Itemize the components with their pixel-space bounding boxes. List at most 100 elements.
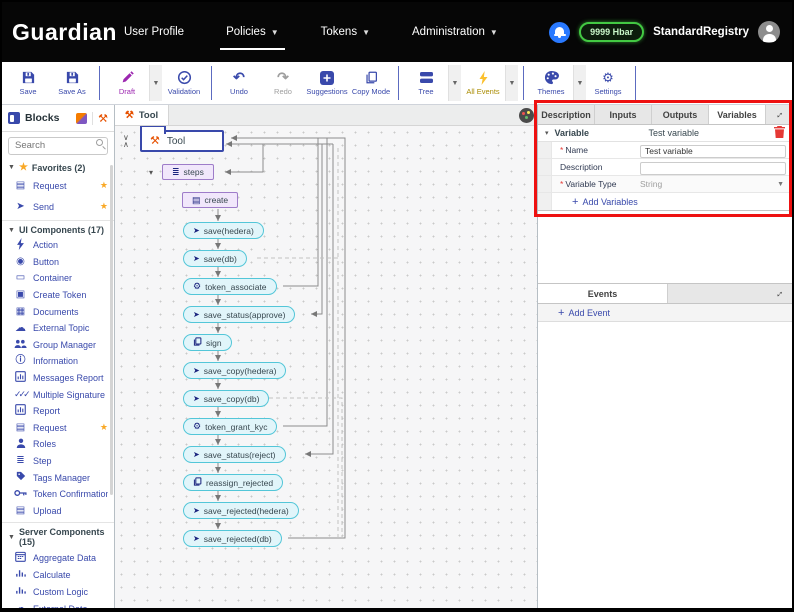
redo-button: ↷Redo [261,65,305,101]
undo-button[interactable]: ↶Undo [217,65,261,101]
sidebar-item-roles[interactable]: Roles [2,436,114,453]
sidebar-item-request[interactable]: ▤Request★ [2,420,114,437]
sidebar-item-send[interactable]: ➤Send★ [2,196,114,217]
nav-item-tokens[interactable]: Tokens▼ [319,20,372,44]
save-button[interactable]: Save [6,65,50,101]
suggestions-button[interactable]: Suggestions [305,65,349,101]
sidebar-item-information[interactable]: ⓘInformation [2,353,114,370]
nav-item-policies[interactable]: Policies▼ [224,20,281,44]
steps-node-icon: ≣ [172,168,180,177]
sidebar-item-button[interactable]: ◉Button [2,254,114,271]
add-event-button[interactable]: + Add Event [538,307,610,319]
node-save-copy-hedera-[interactable]: ➤save_copy(hedera) [183,362,286,379]
tools-icon[interactable]: ⚒ [92,112,108,125]
chart-box-icon [14,371,27,385]
favorite-star-icon[interactable]: ★ [100,180,108,191]
tab-description[interactable]: Description [538,105,595,124]
validation-button[interactable]: Validation [162,65,206,101]
section-header-favorites-2-[interactable]: ▼★Favorites (2) [2,158,114,175]
node-tool-root[interactable]: ⚒ Tool [140,130,224,152]
delete-variable-icon[interactable] [774,126,785,140]
node-save-rejected-hedera-[interactable]: ➤save_rejected(hedera) [183,502,299,519]
copy-mode-button[interactable]: Copy Mode [349,65,393,101]
avatar-icon[interactable] [758,21,780,43]
sidebar-item-documents[interactable]: ▦Documents [2,303,114,320]
save-as-button[interactable]: Save As [50,65,94,101]
tab-inputs[interactable]: Inputs [595,105,652,124]
panel-collapse-icon[interactable]: ↔ [766,105,792,124]
node-create[interactable]: ▤create [182,192,238,208]
tool-tab-icon: ⚒ [125,110,134,121]
sidebar-item-calculate[interactable]: Calculate [2,566,114,583]
steps-collapse-icon[interactable]: ▾ [149,168,153,177]
variable-header-row[interactable]: ▾ Variable Test variable [538,125,792,142]
favorite-star-icon[interactable]: ★ [100,422,108,433]
node-save-copy-db-[interactable]: ➤save_copy(db) [183,390,269,407]
sidebar-item-token-confirmation[interactable]: Token Confirmation [2,486,114,503]
tab-events[interactable]: Events [538,284,668,303]
variable-header-label: Variable [555,128,643,138]
sidebar-item-aggregate-data[interactable]: Aggregate Data [2,549,114,566]
tab-outputs[interactable]: Outputs [652,105,709,124]
tree-button[interactable]: Tree [404,65,448,101]
node-token-grant-kyc[interactable]: ⚙token_grant_kyc [183,418,277,435]
sidebar-item-external-data[interactable]: ☁External Data [2,600,114,608]
header-right: 9999 Hbar StandardRegistry [549,21,780,43]
sidebar-item-action[interactable]: Action [2,237,114,254]
sidebar-item-group-manager[interactable]: Group Manager [2,337,114,354]
sidebar-item-container[interactable]: ▭Container [2,270,114,287]
sidebar-item-external-topic[interactable]: ☁External Topic [2,320,114,337]
variable-collapse-icon[interactable]: ▾ [545,129,549,137]
tab-variables[interactable]: Variables [709,105,766,124]
tree-dropdown[interactable]: ▼ [448,65,461,101]
node-save-status-reject-[interactable]: ➤save_status(reject) [183,446,286,463]
draft-button[interactable]: Draft [105,65,149,101]
canvas-body[interactable]: ∨∧ ⚒ Tool ▾ ≣ steps ▤create ➤save(hedera)… [115,126,537,608]
pencil-icon [121,70,134,85]
sidebar-item-multiple-signature[interactable]: ✓✓✓Multiple Signature [2,386,114,403]
themes-dropdown[interactable]: ▼ [573,65,586,101]
node-save-hedera-[interactable]: ➤save(hedera) [183,222,264,239]
policy-toolbar: SaveSave AsDraft▼Validation↶Undo↷RedoSug… [2,62,792,105]
hbar-balance-badge[interactable]: 9999 Hbar [579,22,644,42]
notifications-bell-icon[interactable] [549,22,570,43]
name-input[interactable] [640,145,786,158]
add-variables-button[interactable]: + Add Variables [552,196,638,208]
sidebar-item-upload[interactable]: ▤Upload [2,503,114,520]
node-reassign-rejected[interactable]: reassign_rejected [183,474,283,491]
sidebar-item-report[interactable]: Report [2,403,114,420]
sidebar-scrollbar[interactable] [110,165,113,495]
modules-cube-icon[interactable] [76,113,87,124]
themes-button[interactable]: Themes [529,65,573,101]
node-steps[interactable]: ≣ steps [162,164,214,180]
node-token-associate[interactable]: ⚙token_associate [183,278,277,295]
collapse-all-icon[interactable]: ∨∧ [123,134,129,148]
settings-button[interactable]: ⚙Settings [586,65,630,101]
sidebar-item-step[interactable]: ≣Step [2,453,114,470]
nav-item-user-profile[interactable]: User Profile [122,20,186,44]
tab-tool[interactable]: ⚒ Tool [115,105,169,125]
all-events-button[interactable]: All Events [461,65,505,101]
description-input[interactable] [640,162,786,175]
variable-type-select[interactable]: String▼ [640,179,792,189]
signatures-icon: ✓✓✓ [14,390,27,400]
node-sign[interactable]: sign [183,334,232,351]
canvas-theme-icon[interactable] [519,108,534,123]
section-header-ui-components-17-[interactable]: ▼UI Components (17) [2,220,114,237]
sidebar-item-request[interactable]: ▤Request★ [2,175,114,196]
node-save-db-[interactable]: ➤save(db) [183,250,247,267]
sidebar-item-custom-logic[interactable]: Custom Logic [2,583,114,600]
sidebar-item-messages-report[interactable]: Messages Report [2,370,114,387]
sidebar-item-create-token[interactable]: ▣Create Token [2,287,114,304]
section-header-server-components-15-[interactable]: ▼Server Components (15) [2,522,114,549]
app-stage: Guardian User ProfilePolicies▼Tokens▼Adm… [2,2,792,608]
all-events-dropdown[interactable]: ▼ [505,65,518,101]
node-save-status-approve-[interactable]: ➤save_status(approve) [183,306,295,323]
node-save-rejected-db-[interactable]: ➤save_rejected(db) [183,530,282,547]
search-input[interactable] [8,137,108,155]
sidebar-item-tags-manager[interactable]: Tags Manager [2,469,114,486]
events-collapse-icon[interactable]: ↔ [766,284,792,303]
favorite-star-icon[interactable]: ★ [100,201,108,212]
draft-dropdown[interactable]: ▼ [149,65,162,101]
nav-item-administration[interactable]: Administration▼ [410,20,500,44]
